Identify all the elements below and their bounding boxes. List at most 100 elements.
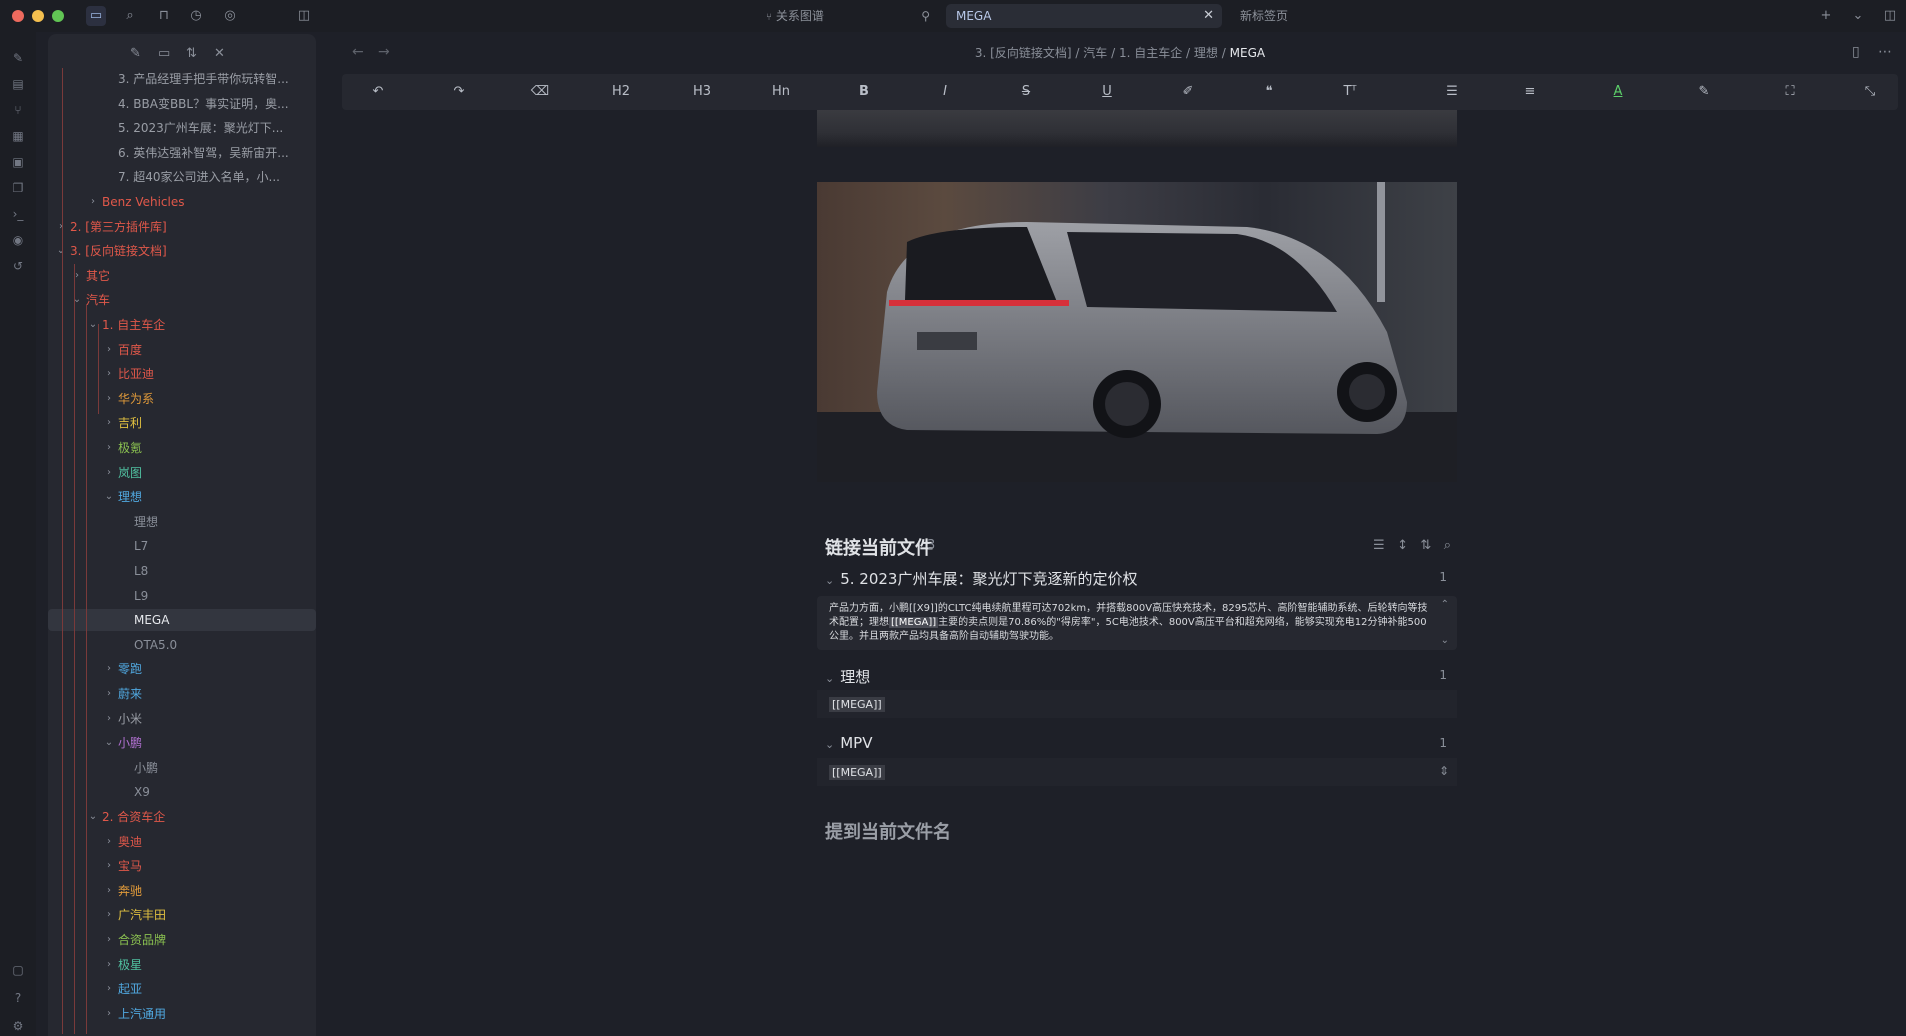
- tree-item[interactable]: › 广汽丰田: [48, 904, 316, 926]
- redo-icon[interactable]: ↷: [447, 82, 471, 102]
- terminal-icon[interactable]: ›_: [10, 206, 26, 222]
- tree-item[interactable]: X9: [48, 781, 316, 803]
- minimize-window-button[interactable]: [32, 10, 44, 22]
- tree-item[interactable]: › 宝马: [48, 855, 316, 877]
- tag-icon[interactable]: ◎: [220, 6, 240, 26]
- list-view-icon[interactable]: ☰: [1373, 538, 1385, 553]
- chevron-right-icon[interactable]: ›: [104, 363, 114, 385]
- settings-icon[interactable]: ⚙: [10, 1018, 26, 1034]
- highlight-brush-icon[interactable]: ✐: [1176, 82, 1200, 102]
- backlink-group-heading[interactable]: ⌄ MPV: [825, 734, 872, 752]
- pen-icon[interactable]: ✎: [10, 50, 26, 66]
- tab-mega[interactable]: MEGA ✕: [946, 4, 1222, 28]
- chevron-right-icon[interactable]: ›: [88, 191, 98, 213]
- tree-item[interactable]: ⌄ 小鹏: [48, 732, 316, 754]
- tree-item[interactable]: ⌄ 2. 合资车企: [48, 806, 316, 828]
- undo-icon[interactable]: ↶: [366, 82, 390, 102]
- chevron-right-icon[interactable]: ›: [104, 1003, 114, 1025]
- new-tab-icon[interactable]: +: [1816, 6, 1836, 26]
- eraser-icon[interactable]: ⌫: [528, 82, 552, 102]
- vault-icon[interactable]: ▢: [10, 962, 26, 978]
- more-options-icon[interactable]: ⋯: [1878, 44, 1892, 60]
- tree-item[interactable]: › 奔驰: [48, 880, 316, 902]
- tree-item[interactable]: ⌄ 理想: [48, 486, 316, 508]
- tree-item[interactable]: ⌄ 3. [反向链接文档]: [48, 240, 316, 262]
- chevron-right-icon[interactable]: ›: [104, 929, 114, 951]
- tab-list-icon[interactable]: ⌄: [1848, 6, 1868, 26]
- tree-item[interactable]: › 百度: [48, 339, 316, 361]
- right-sidebar-icon[interactable]: ◫: [1880, 6, 1900, 26]
- strikethrough-icon[interactable]: S: [1014, 82, 1038, 102]
- tree-item[interactable]: L9: [48, 585, 316, 607]
- tree-item[interactable]: › 华为系: [48, 388, 316, 410]
- italic-button[interactable]: I: [933, 82, 957, 102]
- tree-item[interactable]: L7: [48, 535, 316, 557]
- chevron-right-icon[interactable]: ›: [104, 388, 114, 410]
- history-icon[interactable]: ◷: [186, 6, 206, 26]
- chevron-right-icon[interactable]: ›: [104, 462, 114, 484]
- graph-icon[interactable]: ⑂: [10, 102, 26, 118]
- tree-item[interactable]: › 合资品牌: [48, 929, 316, 951]
- tree-item[interactable]: › 小米: [48, 708, 316, 730]
- chevron-right-icon[interactable]: ›: [104, 412, 114, 434]
- tree-item[interactable]: 理想: [48, 511, 316, 533]
- tree-item[interactable]: 3. 产品经理手把手带你玩转智...: [48, 68, 316, 90]
- search-icon[interactable]: ⌕: [120, 6, 140, 26]
- align-icon[interactable]: ≡: [1518, 82, 1542, 102]
- heading-2-button[interactable]: H2: [609, 82, 633, 102]
- breadcrumb-item[interactable]: 1. 自主车企: [1119, 46, 1182, 60]
- tree-item[interactable]: › 其它: [48, 265, 316, 287]
- tree-item[interactable]: L8: [48, 560, 316, 582]
- reading-mode-icon[interactable]: ▯: [1852, 44, 1860, 60]
- chevron-right-icon[interactable]: ›: [104, 708, 114, 730]
- backlink-group-heading[interactable]: ⌄ 5. 2023广州车展：聚光灯下竞逐新的定价权: [825, 568, 1137, 589]
- tree-item[interactable]: › 2. [第三方插件库]: [48, 216, 316, 238]
- underline-icon[interactable]: U: [1095, 82, 1119, 102]
- chevron-down-icon[interactable]: ⌄: [104, 486, 114, 508]
- fullscreen-icon[interactable]: ⛶: [1778, 82, 1802, 102]
- chevron-down-icon[interactable]: ⌄: [1441, 634, 1449, 648]
- chevron-right-icon[interactable]: ›: [104, 437, 114, 459]
- toggle-sidebar-icon[interactable]: ◫: [294, 6, 314, 26]
- new-folder-icon[interactable]: ▭: [158, 46, 170, 61]
- tree-item[interactable]: 4. BBA变BBL？事实证明，奥...: [48, 93, 316, 115]
- tree-item[interactable]: 小鹏: [48, 757, 316, 779]
- backlink-snippet[interactable]: 产品力方面，小鹏[[X9]]的CLTC纯电续航里程可达702km，并搭载800V…: [817, 596, 1457, 650]
- help-icon[interactable]: ?: [10, 990, 26, 1006]
- heading-3-button[interactable]: H3: [690, 82, 714, 102]
- chevron-right-icon[interactable]: ›: [104, 880, 114, 902]
- maximize-window-button[interactable]: [52, 10, 64, 22]
- tree-item[interactable]: › Benz Vehicles: [48, 191, 316, 213]
- pin-icon[interactable]: ⚲: [921, 4, 930, 28]
- tree-item[interactable]: › 蔚来: [48, 683, 316, 705]
- sort-icon[interactable]: ⇅: [186, 46, 197, 61]
- chevron-right-icon[interactable]: ›: [104, 904, 114, 926]
- close-window-button[interactable]: [12, 10, 24, 22]
- collapse-all-icon[interactable]: ✕: [214, 46, 225, 61]
- unlinked-mentions-title[interactable]: 提到当前文件名: [825, 818, 951, 844]
- breadcrumb-item[interactable]: 汽车: [1083, 46, 1107, 60]
- search-icon[interactable]: ⌕: [1444, 538, 1451, 553]
- chevron-right-icon[interactable]: ›: [56, 216, 66, 238]
- highlighter-icon[interactable]: ✎: [1692, 82, 1716, 102]
- tree-item[interactable]: › 上汽通用: [48, 1003, 316, 1025]
- tree-item[interactable]: › 奥迪: [48, 831, 316, 853]
- collapse-icon[interactable]: ⤡: [1858, 82, 1882, 102]
- backlink-snippet[interactable]: [[MEGA]]: [817, 690, 1457, 718]
- breadcrumb-item[interactable]: 理想: [1194, 46, 1218, 60]
- plugin-icon[interactable]: ◉: [10, 232, 26, 248]
- text-format-icon[interactable]: Tᵀ: [1338, 82, 1362, 102]
- bold-button[interactable]: B: [852, 82, 876, 102]
- breadcrumb-item[interactable]: 3. [反向链接文档]: [975, 46, 1072, 60]
- tree-item[interactable]: › 极氪: [48, 437, 316, 459]
- bookmark-icon[interactable]: ⊓: [154, 6, 174, 26]
- quote-icon[interactable]: ❝: [1257, 82, 1281, 102]
- list-icon[interactable]: ☰: [1440, 82, 1464, 102]
- copy-icon[interactable]: ❐: [10, 180, 26, 196]
- sort-icon[interactable]: ⇅: [1420, 538, 1431, 553]
- chevron-right-icon[interactable]: ›: [104, 978, 114, 1000]
- heading-n-button[interactable]: Hn: [769, 82, 793, 102]
- chevron-down-icon[interactable]: ⌄: [88, 314, 98, 336]
- tree-item[interactable]: ⌄ 1. 自主车企: [48, 314, 316, 336]
- tree-item[interactable]: › 比亚迪: [48, 363, 316, 385]
